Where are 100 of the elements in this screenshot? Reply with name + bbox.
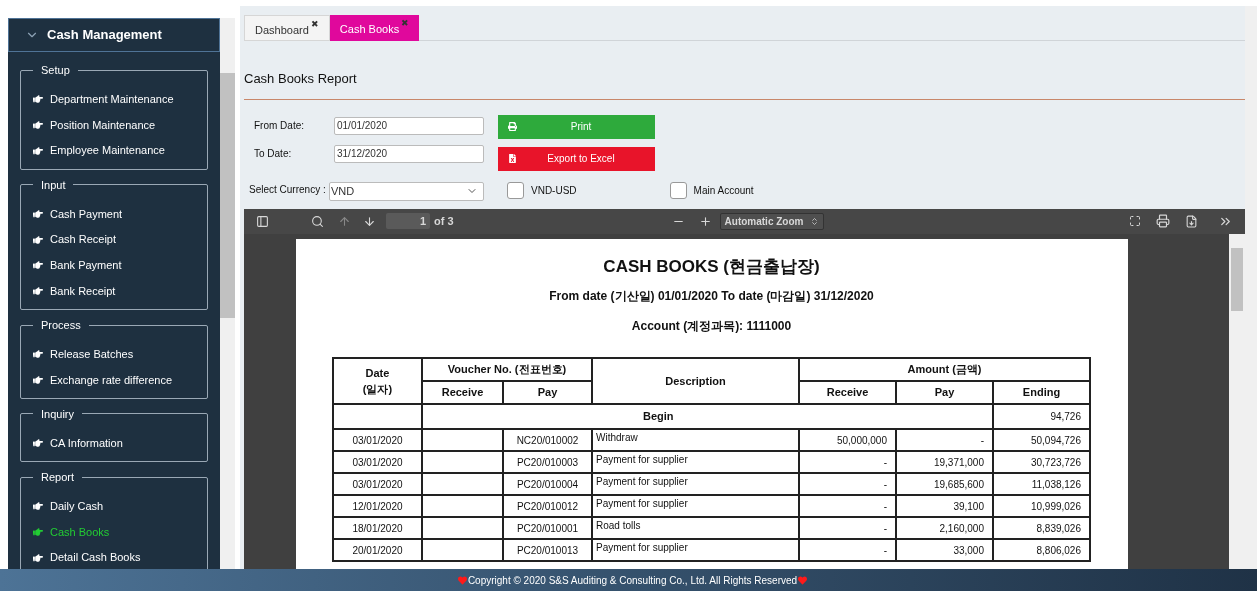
pointing-hand-icon: [33, 374, 43, 385]
arrow-up-icon[interactable]: [338, 214, 351, 228]
download-icon[interactable]: [1185, 214, 1198, 228]
sidebar-header[interactable]: Cash Management: [8, 18, 220, 52]
table-cell: 03/01/2020: [333, 451, 422, 473]
scrollbar[interactable]: [1245, 6, 1257, 569]
table-cell: 39,100: [896, 495, 993, 517]
table-cell: PC20/010001: [503, 517, 592, 539]
checkbox-label: VND-USD: [531, 183, 577, 198]
menu-item[interactable]: Detail Cash Books: [33, 544, 195, 569]
export-button[interactable]: Export to Excel: [498, 146, 655, 171]
table-cell: 20/01/2020: [333, 539, 422, 561]
table-cell: 11,038,126: [993, 473, 1090, 495]
scrollbar[interactable]: [220, 18, 235, 569]
table-cell: 19,685,600: [896, 473, 993, 495]
menu-item[interactable]: Position Maintenance: [33, 112, 195, 138]
group-label: Setup: [40, 63, 71, 78]
table-cell: 19,371,000: [896, 451, 993, 473]
table-cell: Payment for supplier: [592, 473, 799, 495]
table-cell: Withdraw: [592, 429, 799, 451]
menu-item[interactable]: Department Maintenance: [33, 86, 195, 113]
menu-item[interactable]: Bank Payment: [33, 252, 195, 279]
report-title: Cash Books Report: [244, 70, 358, 88]
table-cell: PC20/010012: [503, 495, 592, 517]
pointing-hand-icon: [33, 260, 43, 271]
checkbox[interactable]: [507, 181, 524, 199]
date-range-text: From date (기산일) 01/01/2020 To date (마감일) 31/12/2020: [549, 288, 874, 305]
menu-item[interactable]: CA Information: [33, 430, 195, 456]
menu-item[interactable]: Cash Books: [33, 519, 195, 545]
scrollbar[interactable]: [1229, 233, 1245, 569]
tab[interactable]: Dashboard ✖: [244, 15, 330, 41]
pointing-hand-icon: [33, 438, 43, 449]
checkbox-label: Main Account: [693, 183, 754, 198]
table-cell: 10,999,026: [993, 495, 1090, 517]
menu-item[interactable]: Employee Maintenance: [33, 137, 195, 164]
menu-item[interactable]: Release Batches: [33, 341, 195, 367]
date-field[interactable]: 31/12/2020: [334, 144, 484, 163]
table-cell: -: [799, 517, 896, 539]
table-cell: 94,726: [993, 404, 1090, 429]
search-icon[interactable]: [311, 214, 324, 228]
close-icon[interactable]: ✖: [310, 18, 319, 32]
page-number-field[interactable]: 1: [386, 212, 430, 230]
pointing-hand-icon: [33, 234, 43, 245]
column-header: Amount (금액): [799, 358, 1090, 381]
printer-icon: [508, 122, 517, 131]
table-cell: 33,000: [896, 539, 993, 561]
arrow-down-icon[interactable]: [363, 214, 376, 228]
tab[interactable]: Cash Books ✖: [329, 15, 420, 41]
pointing-hand-icon: [33, 208, 43, 219]
file-icon: [508, 154, 517, 163]
table-cell: 50,000,000: [799, 429, 896, 451]
table-cell: NC20/010002: [503, 429, 592, 451]
date-field[interactable]: 01/01/2020: [334, 116, 484, 135]
table-cell: -: [799, 539, 896, 561]
table-cell: -: [799, 473, 896, 495]
field-label: From Date:: [254, 119, 305, 133]
pointing-hand-icon: [33, 120, 43, 131]
currency-select[interactable]: VND: [329, 181, 484, 201]
table-cell: 2,160,000: [896, 517, 993, 539]
table-cell: 8,806,026: [993, 539, 1090, 561]
table-cell: Begin: [422, 404, 993, 429]
zoom-select[interactable]: Automatic Zoom: [719, 212, 824, 230]
fullscreen-icon[interactable]: [1129, 215, 1141, 227]
table-cell: -: [799, 451, 896, 473]
table-cell: 18/01/2020: [333, 517, 422, 539]
table-cell: 50,094,726: [993, 429, 1090, 451]
menu-item[interactable]: Exchange rate difference: [33, 367, 195, 393]
pointing-hand-icon: [33, 285, 43, 296]
menu-item[interactable]: Daily Cash: [33, 493, 195, 520]
updown-icon: [809, 216, 819, 226]
zoom-in-icon[interactable]: [698, 214, 712, 228]
field-label: To Date:: [254, 147, 293, 161]
table-cell: PC20/010013: [503, 539, 592, 561]
account-text: Account (계정과목): 1111000: [631, 318, 792, 335]
pointing-hand-icon: [33, 94, 43, 105]
document-title: CASH BOOKS (현금출납장): [603, 255, 820, 278]
table-cell: 03/01/2020: [333, 473, 422, 495]
column-header: Date (일자): [333, 358, 422, 404]
menu-item[interactable]: Cash Payment: [33, 201, 195, 227]
print-icon[interactable]: [1156, 214, 1170, 228]
column-header: Receive: [422, 381, 503, 404]
table-cell: PC20/010004: [503, 473, 592, 495]
table-cell: Road tolls: [592, 517, 799, 539]
menu-item[interactable]: Bank Receipt: [33, 278, 195, 304]
column-header: Description: [592, 358, 799, 404]
table-cell: 12/01/2020: [333, 495, 422, 517]
menu-item[interactable]: Cash Receipt: [33, 226, 195, 253]
checkbox[interactable]: [669, 181, 687, 199]
group-label: Report: [40, 469, 76, 485]
column-header: Voucher No. (전표번호): [422, 358, 592, 381]
table-cell: 8,839,026: [993, 517, 1090, 539]
pointing-hand-icon: [33, 501, 43, 512]
table-cell: -: [799, 495, 896, 517]
group-label: Input: [40, 177, 67, 193]
table-cell: -: [896, 429, 993, 451]
sidebar-toggle-icon[interactable]: [256, 214, 269, 228]
column-header: Receive: [799, 381, 896, 404]
table-cell: Payment for supplier: [592, 495, 799, 517]
table-cell: Payment for supplier: [592, 451, 799, 473]
page-count: of 3: [434, 213, 454, 229]
